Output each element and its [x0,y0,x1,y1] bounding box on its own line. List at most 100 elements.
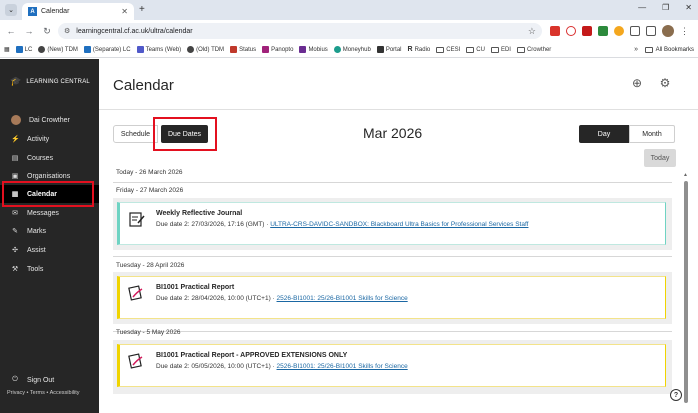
extensions-row: ⋮ [550,25,689,37]
footer-links[interactable]: Privacy • Terms • Accessibility [7,390,80,396]
close-window-icon[interactable]: ✕ [685,3,692,12]
portal-icon [376,46,384,53]
month-heading: Mar 2026 [363,125,423,141]
logo-text: LEARNING CENTRAL [26,78,90,85]
reload-button[interactable]: ↻ [40,24,54,38]
due-dates-list: Today - 26 March 2026 Friday - 27 March … [113,165,672,413]
day-heading: Tuesday - 28 April 2026 [116,262,185,269]
bookmark-folder[interactable]: Crowther [516,46,551,53]
sidebar-item-tools[interactable]: ⚒ Tools [0,260,99,278]
toolbox-extension-icon[interactable] [582,26,592,36]
puzzle-extension-icon[interactable] [630,26,640,36]
back-button[interactable]: ← [4,24,18,38]
assist-icon: ✣ [12,247,18,254]
browser-tab-calendar[interactable]: A Calendar ✕ [22,3,134,20]
due-item-card[interactable]: Weekly Reflective Journal Due date 2: 27… [117,202,666,245]
bookmark-item[interactable]: (Old) TDM [187,46,224,53]
day-view-button[interactable]: Day [579,125,629,143]
month-view-button[interactable]: Month [629,125,675,143]
due-item-title[interactable]: Weekly Reflective Journal [156,210,242,217]
grid-extension-icon[interactable] [598,26,608,36]
bookmark-item[interactable]: Portal [376,46,402,53]
folder-icon [436,46,445,53]
bookmark-item[interactable]: Teams (Web) [136,46,181,53]
scrollbar[interactable]: ▲ [683,172,689,407]
course-link[interactable]: 2526-BI1001: 25/26-BI1001 Skills for Sci… [277,363,408,370]
bookmark-item[interactable]: (New) TDM [38,46,78,53]
shield-extension-icon[interactable] [566,26,576,36]
bookmark-item[interactable]: R Radio [408,46,431,53]
due-item-card[interactable]: BI1001 Practical Report - APPROVED EXTEN… [117,344,666,387]
bookmark-item[interactable]: Mobius [299,46,328,53]
site-info-icon[interactable]: ⚙ [64,27,70,35]
courses-icon: ▤ [11,155,19,162]
more-bookmarks-icon[interactable]: » [634,46,638,53]
sidebar-item-profile[interactable]: Dai Crowther [0,111,99,129]
learning-central-logo[interactable]: 🎓 LEARNING CENTRAL [10,76,90,87]
bookmark-folder[interactable]: CU [466,46,485,53]
sidebar-item-activity[interactable]: ⚡ Activity [0,130,99,148]
all-bookmarks-button[interactable]: All Bookmarks [644,46,694,53]
sign-out-button[interactable]: ⏻ Sign Out [0,371,99,389]
profile-avatar[interactable] [662,25,674,37]
status-icon [230,46,238,53]
due-date-text: Due date 2: 27/03/2026, 17:16 (GMT) · [156,221,271,228]
bookmarks-bar: ▦ LC (New) TDM (Separate) LC Teams (Web)… [0,42,698,58]
sign-out-label: Sign Out [27,376,55,384]
sidebar-item-messages[interactable]: ✉ Messages [0,204,99,222]
bookmark-item[interactable]: LC [15,46,32,53]
apps-grid-icon[interactable]: ▦ [4,46,10,53]
address-bar[interactable]: ⚙ learningcentral.cf.ac.uk/ultra/calenda… [58,23,542,39]
lc-bookmark-icon [83,46,91,53]
bookmark-folder[interactable]: EDI [490,46,511,53]
scroll-up-icon[interactable]: ▲ [683,172,688,178]
panopto-icon [262,46,270,53]
organisations-icon: ▣ [11,173,19,180]
day-separator [113,256,672,257]
folder-icon [490,46,499,53]
teams-icon [136,46,144,53]
new-tab-button[interactable]: + [139,4,145,15]
bookmark-folder[interactable]: CESI [436,46,460,53]
restore-icon[interactable]: ❐ [662,3,669,12]
help-icon[interactable]: ? [670,389,682,401]
bookmark-item[interactable]: Status [230,46,256,53]
messages-icon: ✉ [12,210,18,217]
course-link[interactable]: 2526-BI1001: 25/26-BI1001 Skills for Sci… [277,295,408,302]
due-item-details: Due date 2: 27/03/2026, 17:16 (GMT) · UL… [156,221,528,228]
browser-menu-icon[interactable]: ⋮ [680,26,689,37]
add-event-icon[interactable]: ⊕ [629,75,645,91]
sun-extension-icon[interactable] [614,26,624,36]
moneyhub-icon [333,46,341,53]
minimize-icon[interactable]: — [638,3,646,12]
due-item-title[interactable]: BI1001 Practical Report [156,284,234,291]
avatar [11,115,21,125]
pdf-extension-icon[interactable] [550,26,560,36]
sidebar-item-courses[interactable]: ▤ Courses [0,149,99,167]
bookmark-item[interactable]: Panopto [262,46,293,53]
sidebar-item-label: Courses [27,154,54,162]
url-text[interactable]: learningcentral.cf.ac.uk/ultra/calendar [76,28,528,35]
bookmark-item[interactable]: Moneyhub [333,46,371,53]
page-title: Calendar [113,77,174,94]
bookmark-star-icon[interactable]: ☆ [528,26,536,37]
scrollbar-thumb[interactable] [684,181,688,403]
side-navigation: 🎓 LEARNING CENTRAL Dai Crowther ⚡ Activi… [0,59,99,413]
sidebar-item-marks[interactable]: ✎ Marks [0,222,99,240]
folder-icon [466,46,475,53]
window-controls: — ❐ ✕ [638,3,692,12]
due-item-card[interactable]: BI1001 Practical Report Due date 2: 28/0… [117,276,666,319]
tab-schedule[interactable]: Schedule [113,125,158,143]
sidepanel-icon[interactable] [646,26,656,36]
bookmark-item[interactable]: (Separate) LC [83,46,131,53]
settings-gear-icon[interactable]: ⚙ [657,75,673,91]
forward-button[interactable]: → [22,24,36,38]
sidebar-item-label: Tools [27,265,44,273]
sidebar-item-assist[interactable]: ✣ Assist [0,241,99,259]
blackboard-favicon-icon: A [28,7,37,16]
marks-icon: ✎ [12,228,18,235]
close-tab-icon[interactable]: ✕ [121,7,128,16]
course-link[interactable]: ULTRA-CRS-DAVIDC-SANDBOX: Blackboard Ult… [270,221,528,228]
tab-search-button[interactable]: ⌄ [5,4,17,16]
due-item-title[interactable]: BI1001 Practical Report - APPROVED EXTEN… [156,352,347,359]
